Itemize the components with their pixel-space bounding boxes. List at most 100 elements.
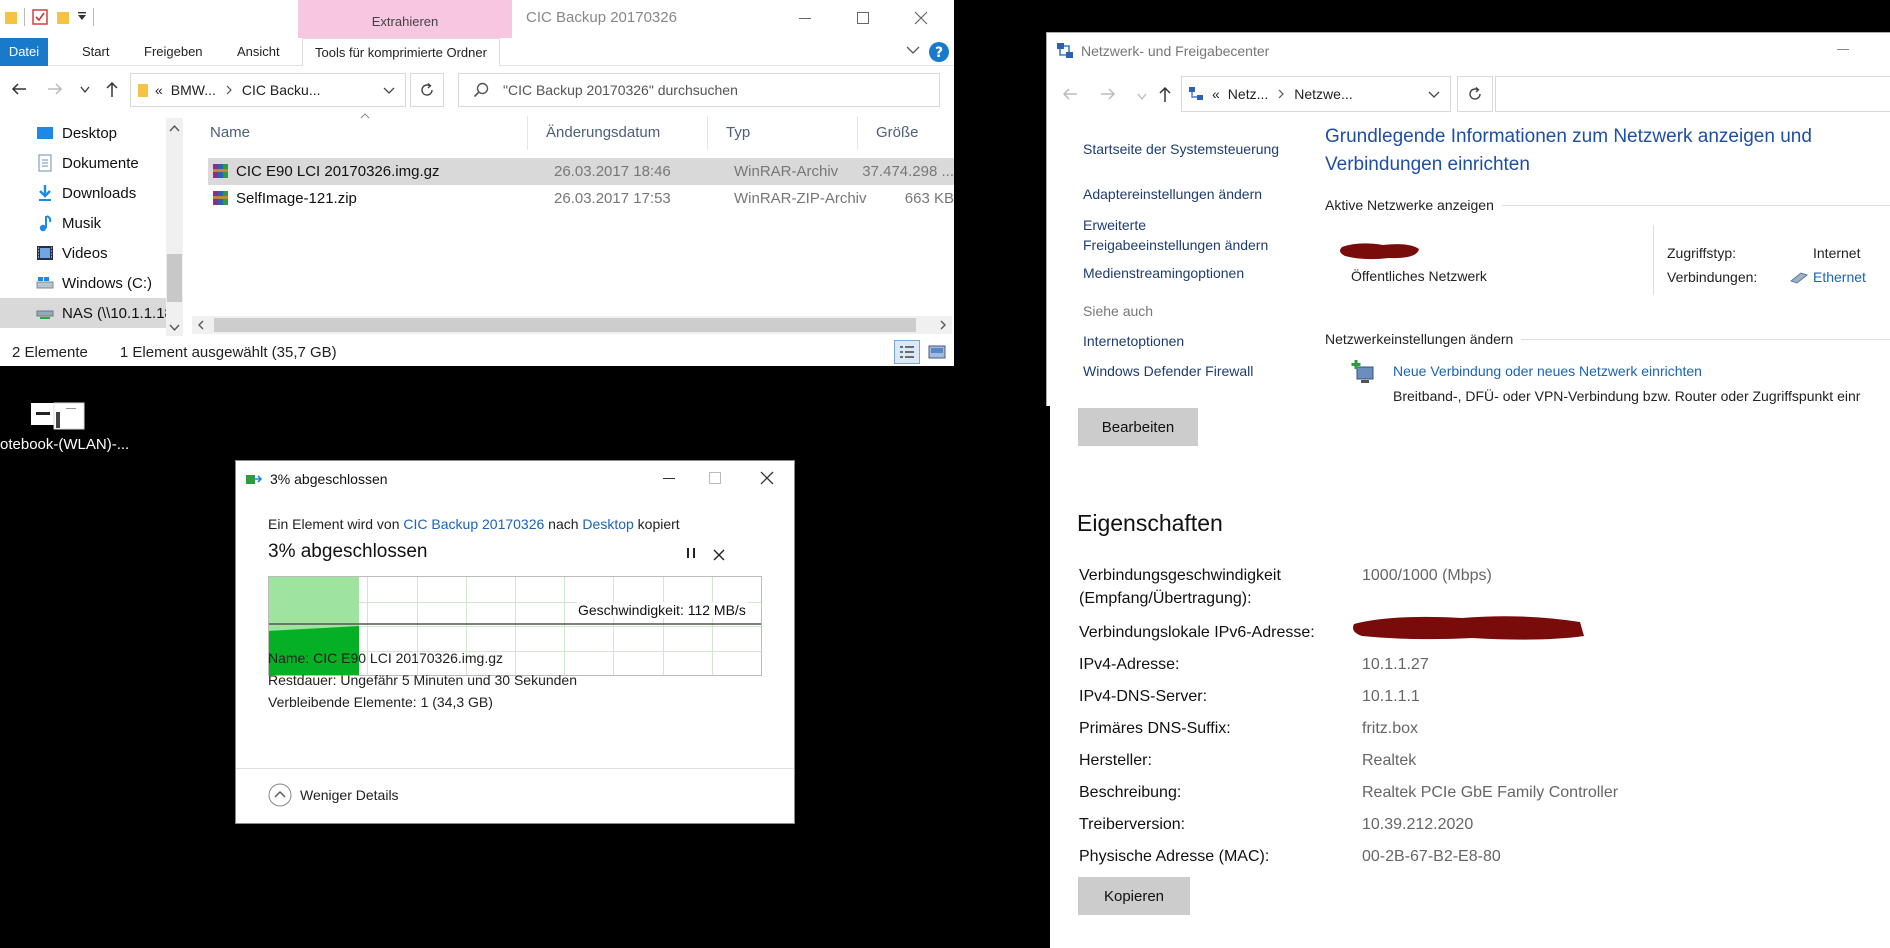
new-connection-icon — [1351, 359, 1381, 389]
breadcrumb-overflow[interactable]: « — [155, 82, 163, 98]
recent-locations-icon[interactable] — [1137, 93, 1147, 101]
chevron-down-icon[interactable] — [1428, 91, 1440, 99]
properties-icon[interactable] — [31, 8, 49, 26]
search-input[interactable] — [1495, 76, 1890, 112]
nav-item-windows-c[interactable]: Windows (C:) — [0, 268, 168, 298]
breadcrumb-item[interactable]: CIC Backu... — [242, 82, 321, 98]
chevron-up-circle-icon — [268, 783, 292, 807]
back-arrow-icon[interactable] — [1061, 85, 1079, 103]
table-row[interactable]: SelfImage-121.zip 26.03.2017 17:53 WinRA… — [208, 185, 954, 212]
extract-context-tab[interactable]: Extrahieren — [298, 0, 512, 38]
table-row[interactable]: CIC E90 LCI 20170326.img.gz 26.03.2017 1… — [208, 158, 954, 185]
downloads-folder-icon — [36, 184, 54, 202]
breadcrumb-item[interactable]: BMW... — [171, 82, 216, 98]
chevron-right-icon — [1278, 89, 1285, 99]
scroll-up-icon — [169, 124, 180, 132]
dialog-title: 3% abgeschlossen — [270, 471, 388, 487]
info-value: CIC E90 LCI 20170326.img.gz — [313, 650, 504, 666]
copy-source-link[interactable]: CIC Backup 20170326 — [403, 516, 544, 532]
tab-compressed-folder-tools[interactable]: Tools für komprimierte Ordner — [302, 38, 500, 66]
see-also-heading: Siehe auch — [1083, 303, 1154, 319]
horizontal-scrollbar-thumb[interactable] — [214, 318, 916, 332]
expand-ribbon-icon[interactable] — [906, 45, 920, 55]
access-type-label: Zugriffstyp: — [1667, 245, 1736, 261]
minimize-icon[interactable] — [1837, 49, 1849, 50]
info-label: Name: — [268, 650, 310, 666]
address-bar[interactable]: « BMW... CIC Backu... — [130, 73, 406, 107]
copy-destination-link[interactable]: Desktop — [582, 516, 633, 532]
recent-locations-icon[interactable] — [80, 86, 90, 94]
maximize-button[interactable] — [840, 0, 886, 36]
tab-freigeben[interactable]: Freigeben — [132, 38, 215, 66]
help-icon[interactable]: ? — [928, 41, 950, 63]
edit-button[interactable]: Bearbeiten — [1078, 408, 1198, 446]
link-internet-options[interactable]: Internetoptionen — [1083, 333, 1184, 349]
section-rule — [1521, 338, 1890, 340]
toolbar-separator — [24, 8, 25, 26]
ethernet-link[interactable]: Ethernet — [1813, 269, 1866, 285]
copy-progress-dialog: 3% abgeschlossen Ein Element wird von CI… — [235, 460, 795, 824]
search-icon — [473, 82, 489, 98]
link-windows-defender-firewall[interactable]: Windows Defender Firewall — [1083, 363, 1253, 379]
cancel-copy-button[interactable] — [712, 543, 726, 562]
new-connection-link[interactable]: Neue Verbindung oder neues Netzwerk einr… — [1393, 363, 1702, 379]
minimize-button[interactable] — [646, 461, 692, 495]
folder-icon[interactable] — [4, 9, 18, 25]
tab-ansicht[interactable]: Ansicht — [225, 38, 292, 66]
fewer-details-button[interactable]: Weniger Details — [268, 783, 399, 807]
transfer-speed: Geschwindigkeit: 112 MB/s — [576, 602, 748, 618]
forward-arrow-icon[interactable] — [46, 80, 64, 98]
refresh-button[interactable] — [410, 73, 444, 107]
navigation-scrollbar-thumb[interactable] — [167, 254, 182, 302]
up-arrow-icon[interactable] — [1157, 85, 1173, 103]
link-adapter-settings[interactable]: Adaptereinstellungen ändern — [1083, 186, 1262, 202]
copy-description: Ein Element wird von CIC Backup 20170326… — [268, 516, 680, 532]
tab-datei[interactable]: Datei — [0, 38, 48, 66]
column-date[interactable]: Änderungsdatum — [528, 116, 708, 150]
nav-item-desktop[interactable]: Desktop — [0, 118, 168, 148]
customize-toolbar-icon[interactable] — [77, 12, 87, 22]
pause-button[interactable] — [684, 545, 698, 561]
chevron-down-icon[interactable] — [383, 87, 395, 95]
close-button[interactable] — [744, 461, 790, 495]
back-arrow-icon[interactable] — [10, 80, 28, 98]
desktop-shortcut-label[interactable]: otebook-(WLAN)-... — [0, 436, 129, 453]
navigation-scrollbar[interactable] — [166, 118, 183, 336]
window-title: CIC Backup 20170326 — [526, 9, 677, 26]
column-name[interactable]: Name — [192, 116, 528, 150]
copy-description-suffix: kopiert — [633, 516, 680, 532]
new-folder-icon[interactable] — [55, 9, 71, 25]
breadcrumb-item[interactable]: Netz... — [1228, 86, 1268, 102]
link-media-streaming[interactable]: Medienstreamingoptionen — [1083, 265, 1244, 281]
network-shortcut-icon — [31, 402, 85, 430]
column-type[interactable]: Typ — [708, 116, 858, 150]
nav-item-videos[interactable]: Videos — [0, 238, 168, 268]
close-button[interactable] — [898, 0, 944, 36]
forward-arrow-icon[interactable] — [1099, 85, 1117, 103]
large-icons-view-button[interactable] — [924, 340, 950, 364]
nav-item-downloads[interactable]: Downloads — [0, 178, 168, 208]
details-view-button[interactable] — [894, 340, 920, 364]
nav-item-music[interactable]: Musik — [0, 208, 168, 238]
file-list: Name Änderungsdatum Typ Größe CIC E90 LC… — [192, 113, 954, 316]
minimize-button[interactable] — [782, 0, 828, 36]
up-arrow-icon[interactable] — [104, 80, 120, 98]
nav-item-nas[interactable]: NAS (\\10.1.1.18 — [0, 298, 168, 328]
info-value: 1 (34,3 GB) — [420, 694, 493, 710]
link-advanced-sharing-settings[interactable]: Erweiterte Freigabeeinstellungen ändern — [1083, 215, 1268, 255]
explorer-window: Extrahieren CIC Backup 20170326 Datei St… — [0, 0, 954, 366]
refresh-button[interactable] — [1457, 76, 1493, 112]
copy-button[interactable]: Kopieren — [1078, 877, 1190, 915]
search-input[interactable]: "CIC Backup 20170326" durchsuchen — [458, 73, 940, 107]
breadcrumb-item[interactable]: Netzwe... — [1294, 86, 1352, 102]
redacted-network-name — [1340, 243, 1419, 260]
nav-item-documents[interactable]: Dokumente — [0, 148, 168, 178]
property-value: 1000/1000 (Mbps) — [1362, 567, 1492, 584]
tab-start[interactable]: Start — [70, 38, 121, 66]
breadcrumb-overflow[interactable]: « — [1212, 86, 1220, 102]
link-control-panel-home[interactable]: Startseite der Systemsteuerung — [1083, 141, 1279, 157]
column-size[interactable]: Größe — [858, 116, 954, 150]
property-label: Treiberversion: — [1079, 816, 1186, 833]
property-label: Beschreibung: — [1079, 784, 1182, 801]
address-bar[interactable]: « Netz... Netzwe... — [1181, 76, 1451, 112]
